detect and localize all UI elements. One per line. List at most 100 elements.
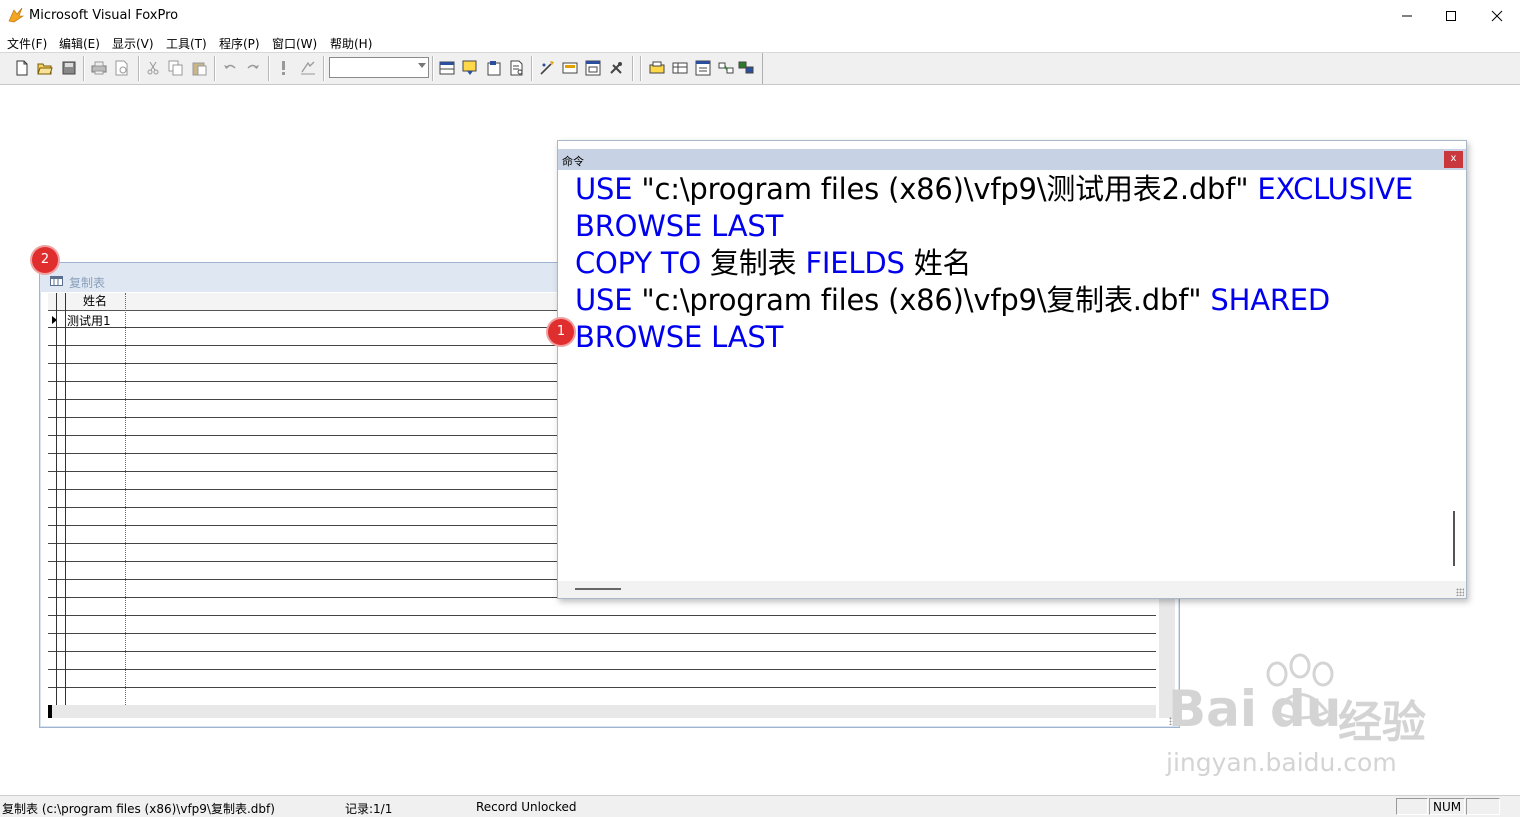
status-lock: Record Unlocked [476,800,577,814]
command-window[interactable]: 命令 x USE "c:\program files (x86)\vfp9\测试… [557,140,1467,599]
scroll-thumb[interactable] [48,705,52,718]
command-line: USE "c:\program files (x86)\vfp9\复制表.dbf… [575,282,1330,318]
menu-window[interactable]: 窗口(W) [272,35,317,52]
copy-icon[interactable] [166,58,186,78]
app-title: Microsoft Visual FoxPro [29,8,179,23]
close-icon [1491,10,1503,22]
menu-bar: 文件(F) 编辑(E) 显示(V) 工具(T) 程序(P) 窗口(W) 帮助(H… [0,32,1520,52]
command-line: BROWSE LAST [575,208,783,244]
table-row[interactable] [48,635,1156,652]
keyword: FIELDS [805,246,905,280]
grid-line [65,293,66,705]
class-browser-icon[interactable] [716,58,736,78]
command-title: 命令 [562,155,584,168]
paste-icon[interactable] [190,58,210,78]
builder-icon[interactable] [560,58,580,78]
annotation-marker-2: 2 [32,247,58,273]
command-line: COPY TO 复制表 FIELDS 姓名 [575,245,972,281]
menu-program[interactable]: 程序(P) [219,35,260,52]
run-icon[interactable] [274,58,294,78]
browse-hscroll[interactable] [48,705,1156,718]
command-line: BROWSE LAST [575,319,783,355]
cut-icon[interactable] [143,58,163,78]
keyword: USE [575,172,633,206]
status-path: 复制表 (c:\program files (x86)\vfp9\复制表.dbf… [2,802,275,816]
print-icon[interactable] [89,58,109,78]
form-icon[interactable] [460,58,480,78]
status-indicator [1396,798,1428,815]
status-indicator [1466,798,1500,815]
watermark-brand: Bai [1168,680,1257,738]
menu-help[interactable]: 帮助(H) [330,35,372,52]
print-preview-icon[interactable] [112,58,132,78]
keyword: SHARED [1210,283,1331,317]
grid-line [125,293,126,705]
foxpro-logo-icon [8,7,24,23]
status-bar: 复制表 (c:\program files (x86)\vfp9\复制表.dbf… [0,795,1520,817]
table-grid-icon [50,275,63,286]
scroll-thumb[interactable] [575,588,621,590]
tools-icon[interactable] [606,58,626,78]
keyword: BROWSE LAST [575,320,784,354]
keyword: EXCLUSIVE [1257,172,1414,206]
modify-form-icon[interactable] [298,58,318,78]
view-icon[interactable] [647,58,667,78]
query-icon[interactable] [507,58,527,78]
status-num: NUM [1429,798,1465,815]
report-icon[interactable] [484,58,504,78]
table-icon[interactable] [670,58,690,78]
command-hscroll[interactable] [558,581,1466,598]
standard-toolbar [0,52,1520,85]
menu-tools[interactable]: 工具(T) [166,35,207,52]
table-row[interactable] [48,653,1156,670]
watermark-brand: du [1270,680,1342,738]
maximize-icon [1446,11,1456,21]
scroll-thumb[interactable] [1453,511,1455,566]
table-row[interactable] [48,617,1156,634]
command-text: 复制表 [701,246,806,280]
minimize-button[interactable] [1384,0,1430,32]
database-icon[interactable] [437,58,457,78]
annotation-marker-1: 1 [548,319,574,345]
command-close-button[interactable]: x [1444,151,1463,168]
command-caption[interactable]: 命令 x [558,149,1466,170]
new-file-icon[interactable] [12,58,32,78]
open-folder-icon[interactable] [35,58,55,78]
status-record: 记录:1/1 [345,802,393,816]
redo-icon[interactable] [243,58,263,78]
maximize-button[interactable] [1428,0,1474,32]
table-row[interactable] [48,599,1156,616]
data-session-icon[interactable] [693,58,713,78]
close-button[interactable] [1474,0,1520,32]
grid-line [56,293,57,705]
command-vscroll[interactable] [1450,171,1460,581]
command-text: "c:\program files (x86)\vfp9\测试用表2.dbf" [632,172,1258,206]
menu-view[interactable]: 显示(V) [112,35,154,52]
minimize-icon [1402,15,1412,17]
chevron-down-icon [418,63,426,68]
command-text: "c:\program files (x86)\vfp9\复制表.dbf" [632,283,1211,317]
watermark-brand-cn: 经验 [1338,697,1426,748]
command-line: USE "c:\program files (x86)\vfp9\测试用表2.d… [575,171,1413,207]
component-gallery-icon[interactable] [736,58,756,78]
keyword: COPY TO [575,246,701,280]
browse-title: 复制表 [69,276,106,290]
command-text: 姓名 [904,246,972,280]
command-editor[interactable]: USE "c:\program files (x86)\vfp9\测试用表2.d… [575,171,1455,581]
table-row[interactable] [48,671,1156,688]
menu-file[interactable]: 文件(F) [7,35,47,52]
title-bar: Microsoft Visual FoxPro [0,0,1520,32]
toolbar-combo[interactable] [329,57,429,78]
wizard-icon[interactable] [537,58,557,78]
keyword: USE [575,283,633,317]
keyword: BROWSE LAST [575,209,784,243]
column-header-name[interactable]: 姓名 [65,293,125,310]
resize-grip-icon[interactable] [1456,588,1464,596]
form-designer-icon[interactable] [583,58,603,78]
watermark-url: jingyan.baidu.com [1166,748,1397,777]
table-row[interactable] [48,689,1156,705]
save-icon[interactable] [59,58,79,78]
cell-name[interactable]: 测试用1 [67,312,111,329]
undo-icon[interactable] [220,58,240,78]
menu-edit[interactable]: 编辑(E) [59,35,100,52]
